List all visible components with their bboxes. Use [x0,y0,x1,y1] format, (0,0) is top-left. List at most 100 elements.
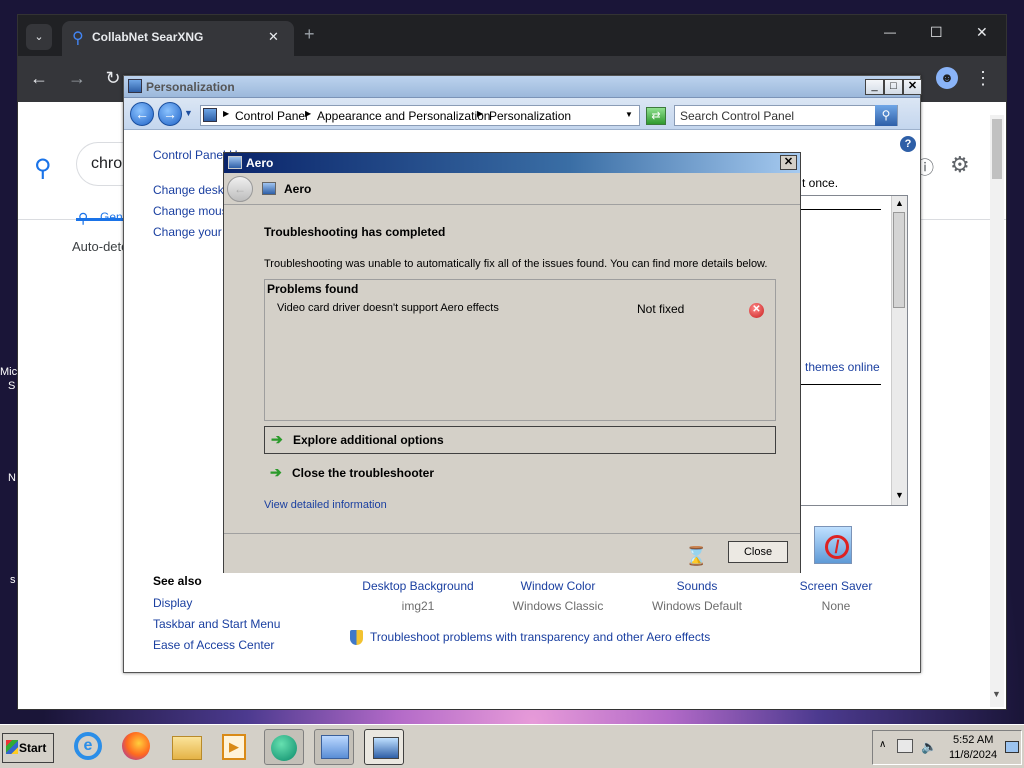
close-troubleshooter-label: Close the troubleshooter [292,466,435,480]
maximize-icon[interactable]: ☐ [930,24,943,41]
show-desktop-icon[interactable] [1005,741,1019,753]
show-hidden-icons-chevron[interactable]: ∧ [879,739,886,750]
breadcrumb-control-panel[interactable]: Control Panel [235,109,308,123]
file-explorer-icon[interactable] [166,729,206,765]
aero-title-bar[interactable]: Aero ✕ [224,153,800,173]
close-troubleshooter-button[interactable]: ➔ Close the troubleshooter [264,459,776,487]
breadcrumb-chevron-icon[interactable]: ▶ [477,109,483,118]
desktop-background-label: Desktop Background [362,579,474,593]
windows-logo-icon [6,740,18,754]
desktop-background-item[interactable]: Desktop Background img21 [348,579,488,613]
tab-close-icon[interactable]: ✕ [268,29,279,45]
explore-additional-options-button[interactable]: ➔ Explore additional options [264,426,776,454]
control-panel-icon [128,79,142,93]
control-panel-taskbar-icon[interactable] [314,729,354,765]
address-dropdown-icon[interactable]: ▼ [625,110,633,119]
mouse-cursor-busy-icon: ⌛ [685,546,708,566]
breadcrumb-appearance[interactable]: Appearance and Personalization [317,109,490,123]
tab-general[interactable]: Gen [100,210,123,224]
ease-of-access-link[interactable]: Ease of Access Center [153,638,274,652]
green-arrow-icon: ➔ [271,431,283,447]
window-color-value: Windows Classic [512,599,604,613]
close-button[interactable]: Close [728,541,788,563]
problems-found-box: Problems found Video card driver doesn't… [264,279,776,421]
searxng-logo-search-icon[interactable]: ⚲ [34,154,52,183]
scrollbar-thumb[interactable] [992,119,1002,179]
maximize-button[interactable]: □ [884,79,903,95]
back-button[interactable]: ← [227,176,253,202]
close-button[interactable]: ✕ [903,79,922,95]
change-desktop-link[interactable]: Change deskto [153,183,234,197]
see-also-heading: See also [153,574,202,588]
taskbar-link[interactable]: Taskbar and Start Menu [153,617,280,631]
sounds-item[interactable]: Sounds Windows Default [627,579,767,613]
start-button[interactable]: Start [2,733,54,763]
result-description: Troubleshooting was unable to automatica… [264,258,768,270]
reload-icon[interactable]: ↻ [102,68,124,88]
breadcrumb-personalization[interactable]: Personalization [489,109,571,123]
desktop-icon-label-fragment[interactable]: s [10,574,16,586]
forward-button[interactable]: → [158,102,182,126]
screen-saver-value: None [821,599,851,613]
change-account-link[interactable]: Change your a [153,225,232,239]
help-icon[interactable]: ? [900,136,916,152]
network-icon[interactable] [897,739,913,753]
dialog-header-label: Aero [284,182,312,196]
theme-list[interactable]: themes online ▲ ▼ [800,195,908,506]
dialog-title: Aero [246,156,274,170]
theme-list-divider [801,209,881,210]
profile-avatar-icon[interactable]: ☻ [936,67,958,89]
personalization-title-bar[interactable]: Personalization _ □ ✕ [124,76,922,98]
firefox-icon[interactable] [116,729,156,765]
system-tray: ∧ 🔈 5:52 AM 11/8/2024 [872,730,1022,765]
dialog-close-icon[interactable]: ✕ [780,155,797,170]
forward-arrow-icon[interactable]: → [66,68,88,88]
aero-dialog-taskbar-icon[interactable] [364,729,404,765]
clock-time[interactable]: 5:52 AM [953,734,993,746]
volume-muted-icon[interactable]: 🔈 [921,739,937,755]
gear-icon[interactable]: ⚙ [950,152,970,178]
page-scrollbar[interactable]: ▼ [990,115,1004,707]
screen-saver-icon[interactable]: / [814,526,852,564]
desktop-icon-label-fragment[interactable]: S [8,380,15,392]
display-link[interactable]: Display [153,596,192,610]
window-color-item[interactable]: Window Color Windows Classic [488,579,628,613]
troubleshoot-aero-link[interactable]: Troubleshoot problems with transparency … [370,630,710,644]
recent-pages-chevron-icon[interactable]: ▼ [184,108,193,118]
back-button[interactable]: ← [130,102,154,126]
get-themes-online-link[interactable]: themes online [805,360,880,374]
address-bar[interactable]: ▶ Control Panel ▶ Appearance and Persona… [200,105,640,126]
scroll-up-icon[interactable]: ▲ [895,198,904,208]
scroll-down-icon[interactable]: ▼ [895,490,904,500]
scroll-down-icon[interactable]: ▼ [992,689,1001,699]
breadcrumb-chevron-icon[interactable]: ▶ [223,109,229,118]
search-control-panel-field[interactable]: Search Control Panel ⚲ [674,105,898,126]
screen-saver-item[interactable]: Screen Saver None [766,579,906,613]
internet-explorer-icon[interactable]: e [68,729,108,765]
problems-found-title: Problems found [267,282,359,296]
minimize-button[interactable]: _ [865,79,884,95]
clock-date[interactable]: 11/8/2024 [949,749,997,761]
chrome-tab[interactable]: ⚲ CollabNet SearXNG ✕ [62,21,294,56]
desktop-icon-label-fragment[interactable]: N [8,472,16,484]
problem-description[interactable]: Video card driver doesn't support Aero e… [277,302,499,314]
intro-text: t once. [802,176,839,190]
minimize-icon[interactable]: — [884,25,896,39]
back-arrow-icon[interactable]: ← [28,68,50,88]
shield-icon [350,630,363,645]
view-detailed-information-link[interactable]: View detailed information [264,499,387,511]
breadcrumb-chevron-icon[interactable]: ▶ [305,109,311,118]
troubleshooter-taskbar-icon[interactable] [264,729,304,765]
desktop-background-value: img21 [401,599,435,613]
sounds-label: Sounds [676,579,718,593]
theme-list-scrollbar[interactable]: ▲ ▼ [891,196,907,505]
refresh-icon[interactable]: ⇄ [646,107,666,125]
scrollbar-thumb[interactable] [893,212,905,308]
media-player-icon[interactable]: ▶ [214,729,254,765]
desktop-icon-label-fragment[interactable]: Mic [0,366,17,378]
close-icon[interactable]: ✕ [976,24,988,41]
search-icon[interactable]: ⚲ [875,105,897,126]
new-tab-button[interactable]: + [304,24,315,45]
tab-search-button[interactable]: ⌄ [26,24,52,50]
chrome-menu-icon[interactable]: ⋮ [972,68,994,88]
